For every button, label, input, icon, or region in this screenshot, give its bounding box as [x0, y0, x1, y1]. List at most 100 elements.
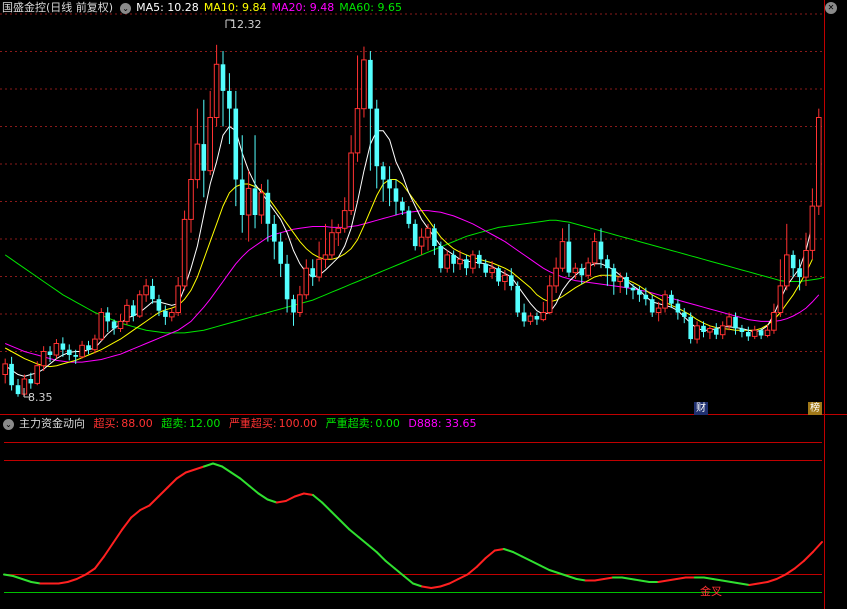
- candle-body: [15, 385, 21, 395]
- candle-body: [585, 262, 592, 276]
- candle-body: [272, 223, 277, 242]
- indicator-header: ⌄ 主力资金动向 超买: 88.00 超卖: 12.00 严重超买: 100.00 严重…: [0, 416, 482, 432]
- d888-segment: [239, 477, 251, 487]
- candle-body: [341, 210, 348, 229]
- candle-body: [534, 316, 540, 320]
- candle-body: [335, 227, 342, 234]
- candle-body: [540, 312, 547, 321]
- ranking-badge[interactable]: 榜: [808, 402, 822, 415]
- d888-segment: [730, 581, 742, 585]
- candle-body: [406, 210, 412, 224]
- candle-body: [111, 321, 117, 329]
- d888-segment: [139, 504, 151, 511]
- candle-body: [649, 299, 655, 313]
- candle-body: [682, 312, 687, 317]
- d888-segment: [775, 573, 787, 580]
- d888-segment: [93, 555, 105, 570]
- d888-value: D888: 33.65: [408, 417, 477, 430]
- candle-body: [746, 332, 751, 337]
- d888-segment: [557, 572, 569, 577]
- d888-segment: [257, 492, 269, 501]
- candlesticks: [2, 44, 822, 397]
- candle-body: [47, 351, 53, 355]
- candle-body: [598, 241, 604, 260]
- candle-body: [777, 285, 784, 313]
- d888-segment: [602, 576, 614, 580]
- d888-segment: [103, 542, 115, 558]
- d888-segment: [748, 582, 760, 586]
- indicator-name[interactable]: 主力资金动向: [19, 417, 85, 430]
- d888-segment: [184, 468, 196, 474]
- ma10-value: MA10: 9.84: [203, 1, 267, 14]
- candle-body: [150, 285, 155, 300]
- d888-segment: [621, 576, 633, 580]
- stock-chart: 12.32 8.35 金叉: [0, 0, 847, 609]
- candle-body: [489, 267, 495, 274]
- price-annotations: 12.32 8.35: [23, 18, 262, 404]
- d888-segment: [666, 578, 678, 582]
- candle-body: [527, 315, 534, 322]
- chevron-down-icon[interactable]: ⌄: [3, 418, 14, 430]
- d888-segment: [757, 581, 769, 585]
- candle-body: [438, 246, 444, 269]
- severe-oversold-value: 0.00: [375, 417, 400, 430]
- candle-body: [163, 310, 168, 317]
- candle-body: [425, 227, 431, 238]
- d888-segment: [75, 573, 87, 580]
- candle-body: [605, 259, 610, 269]
- candle-body: [291, 299, 296, 313]
- candle-body: [156, 299, 162, 311]
- d888-segment: [502, 548, 514, 553]
- candle-body: [105, 312, 110, 322]
- candle-body: [194, 143, 201, 181]
- candle-body: [227, 90, 232, 109]
- d888-segment: [475, 557, 487, 568]
- d888-segment: [439, 582, 451, 588]
- candle-body: [310, 268, 315, 278]
- d888-segment: [12, 575, 24, 580]
- close-icon[interactable]: ✕: [825, 2, 837, 14]
- ma5-value: MA5: 10.28: [136, 1, 199, 14]
- d888-line: [3, 462, 823, 589]
- candle-body: [40, 351, 47, 367]
- candle-body: [53, 343, 60, 356]
- candle-body: [637, 290, 642, 295]
- candle-body: [643, 294, 649, 300]
- candle-body: [98, 312, 105, 340]
- candle-body: [67, 349, 72, 355]
- candle-body: [245, 187, 252, 216]
- candle-body: [73, 355, 78, 357]
- d888-segment: [802, 551, 814, 562]
- candle-body: [201, 144, 207, 171]
- candle-body: [790, 254, 796, 269]
- candle-body: [591, 241, 598, 264]
- d888-segment: [484, 549, 496, 559]
- d888-segment: [193, 465, 205, 471]
- overbought-label: 超买:: [93, 417, 120, 430]
- finance-badge[interactable]: 财: [694, 402, 708, 415]
- candle-body: [354, 108, 361, 154]
- candle-body: [181, 218, 188, 287]
- d888-segment: [321, 501, 333, 513]
- d888-segment: [512, 551, 524, 558]
- candle-body: [809, 205, 816, 251]
- candle-body: [457, 258, 463, 265]
- d888-segment: [675, 576, 687, 580]
- d888-segment: [84, 567, 96, 576]
- d888-segment: [112, 528, 124, 544]
- ma20-value: MA20: 9.48: [271, 1, 335, 14]
- candle-body: [220, 64, 226, 91]
- stock-title[interactable]: 国盛金控(日线 前复权): [2, 1, 113, 14]
- candle-body: [432, 228, 437, 246]
- candle-body: [758, 330, 764, 336]
- d888-segment: [430, 585, 442, 589]
- candle-body: [86, 345, 91, 350]
- candle-body: [611, 268, 617, 282]
- candle-body: [444, 254, 450, 269]
- grid-lines: [0, 13, 824, 352]
- d888-segment: [575, 578, 587, 582]
- candle-body: [361, 59, 367, 110]
- chevron-down-icon[interactable]: ⌄: [120, 2, 132, 14]
- d888-segment: [348, 528, 360, 538]
- candle-body: [764, 329, 771, 337]
